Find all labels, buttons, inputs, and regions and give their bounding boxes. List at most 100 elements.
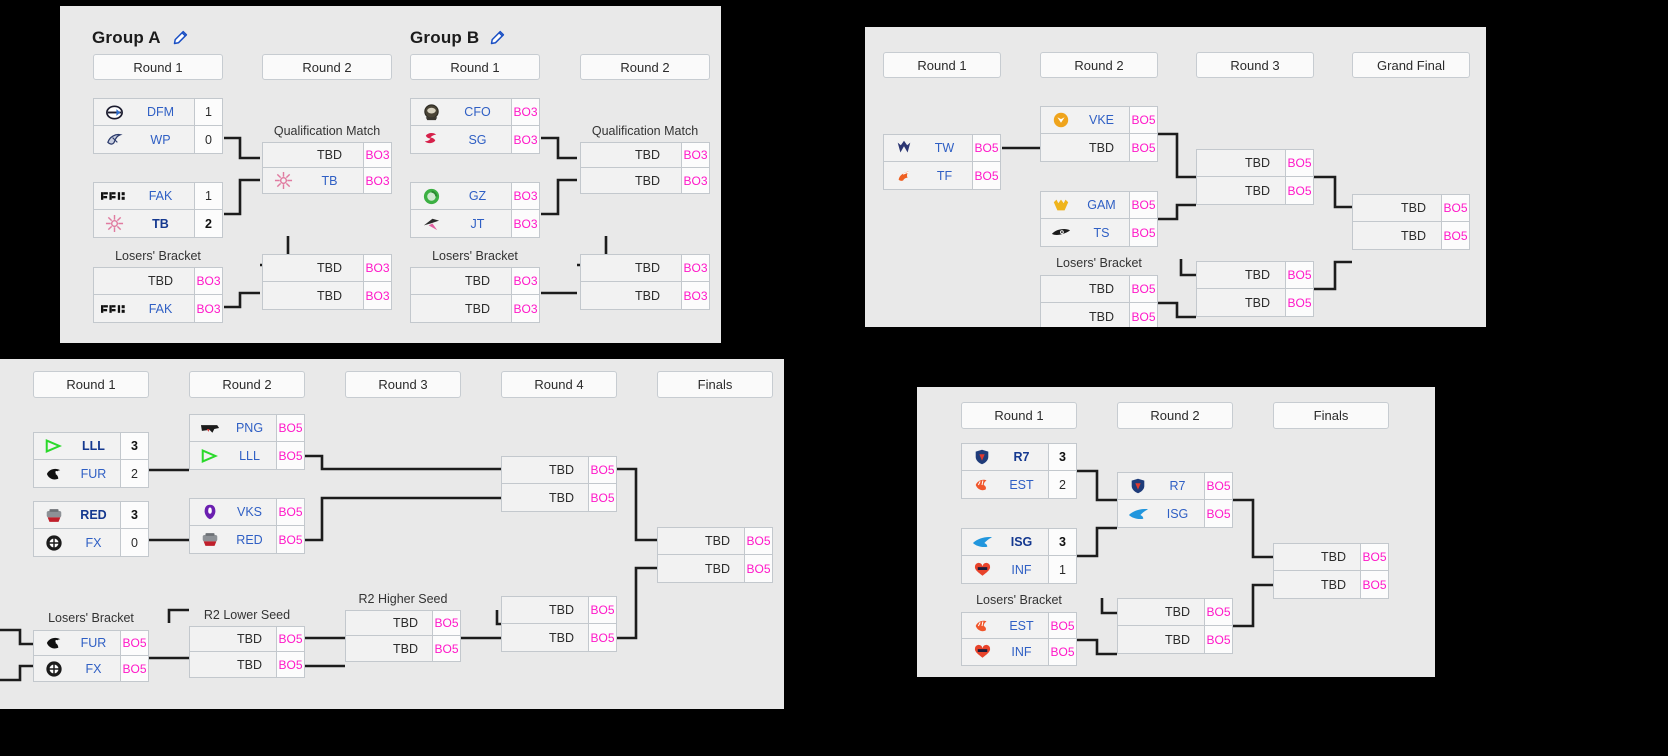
match-row[interactable]: TB BO3: [262, 168, 392, 194]
match-row[interactable]: INF BO5: [961, 639, 1077, 666]
round-header-a-r2[interactable]: Round 2: [262, 54, 392, 80]
round-header-a-r1[interactable]: Round 1: [93, 54, 223, 80]
bl-round-header-4[interactable]: Round 4: [501, 371, 617, 398]
bl-match-r4-2[interactable]: TBD BO5 TBD BO5: [501, 596, 617, 652]
match-row[interactable]: TBD BO3: [262, 254, 392, 282]
match-b-r1-1[interactable]: CFO BO3 SG BO3: [410, 98, 540, 154]
tr-match-r2-1[interactable]: VKE BO5 TBD BO5: [1040, 106, 1158, 162]
match-row[interactable]: FUR 2: [33, 460, 149, 488]
bl-match-r1-1[interactable]: LLL 3 FUR 2: [33, 432, 149, 488]
br-match-finals[interactable]: TBD BO5 TBD BO5: [1273, 543, 1389, 599]
match-row[interactable]: TBD BO5: [1273, 571, 1389, 599]
match-row[interactable]: TBD BO5: [1196, 149, 1314, 177]
bl-match-r2-higher-seed[interactable]: TBD BO5 TBD BO5: [345, 610, 461, 662]
match-row[interactable]: TBD BO5: [1040, 134, 1158, 162]
match-row[interactable]: TF BO5: [883, 162, 1001, 190]
match-row[interactable]: TBD BO5: [501, 456, 617, 484]
match-a-losers[interactable]: TBD BO3 FAK BO3: [93, 267, 223, 323]
br-match-r2-1[interactable]: R7 BO5 ISG BO5: [1117, 472, 1233, 528]
match-row[interactable]: TBD BO3: [93, 267, 223, 295]
match-row[interactable]: ISG BO5: [1117, 500, 1233, 528]
match-row[interactable]: FAK 1: [93, 182, 223, 210]
match-a-r2-lower[interactable]: TBD BO3 TBD BO3: [262, 254, 392, 310]
match-row[interactable]: CFO BO3: [410, 98, 540, 126]
tr-match-losers[interactable]: TBD BO5 TBD BO5: [1040, 275, 1158, 327]
match-row[interactable]: VKE BO5: [1040, 106, 1158, 134]
bl-match-r1-losers[interactable]: FUR BO5 FX BO5: [33, 630, 149, 682]
match-row[interactable]: TBD BO5: [1040, 303, 1158, 327]
br-match-r1-losers[interactable]: EST BO5 INF BO5: [961, 612, 1077, 666]
match-b-losers[interactable]: TBD BO3 TBD BO3: [410, 267, 540, 323]
match-row[interactable]: TBD BO5: [501, 484, 617, 512]
match-row[interactable]: GZ BO3: [410, 182, 540, 210]
match-row[interactable]: SG BO3: [410, 126, 540, 154]
tr-match-grand-final[interactable]: TBD BO5 TBD BO5: [1352, 194, 1470, 250]
match-row[interactable]: VKS BO5: [189, 498, 305, 526]
match-row[interactable]: PNG BO5: [189, 414, 305, 442]
match-row[interactable]: TBD BO3: [410, 267, 540, 295]
match-row[interactable]: EST 2: [961, 471, 1077, 499]
br-match-r1-2[interactable]: ISG 3 INF 1: [961, 528, 1077, 584]
match-row[interactable]: FAK BO3: [93, 295, 223, 323]
bl-match-r2-2[interactable]: VKS BO5 RED BO5: [189, 498, 305, 554]
match-row[interactable]: TW BO5: [883, 134, 1001, 162]
match-a-r1-2[interactable]: FAK 1 TB 2: [93, 182, 223, 238]
bl-round-header-3[interactable]: Round 3: [345, 371, 461, 398]
match-row[interactable]: TBD BO5: [657, 527, 773, 555]
match-row[interactable]: TBD BO3: [262, 282, 392, 310]
tr-round-header-2[interactable]: Round 2: [1040, 52, 1158, 78]
match-row[interactable]: TBD BO5: [1117, 626, 1233, 654]
group-b-edit-pencil-icon[interactable]: [489, 30, 505, 46]
match-row[interactable]: R7 3: [961, 443, 1077, 471]
match-row[interactable]: JT BO3: [410, 210, 540, 238]
tr-match-r1-1[interactable]: TW BO5 TF BO5: [883, 134, 1001, 190]
match-row[interactable]: DFM 1: [93, 98, 223, 126]
match-row[interactable]: FX BO5: [33, 656, 149, 682]
match-row[interactable]: GAM BO5: [1040, 191, 1158, 219]
match-row[interactable]: TBD BO3: [580, 168, 710, 194]
bl-round-header-finals[interactable]: Finals: [657, 371, 773, 398]
bl-round-header-1[interactable]: Round 1: [33, 371, 149, 398]
match-row[interactable]: TBD BO5: [1352, 222, 1470, 250]
match-row[interactable]: TBD BO3: [580, 142, 710, 168]
tr-match-r3-2[interactable]: TBD BO5 TBD BO5: [1196, 261, 1314, 317]
match-row[interactable]: INF 1: [961, 556, 1077, 584]
tr-match-r3-1[interactable]: TBD BO5 TBD BO5: [1196, 149, 1314, 205]
match-row[interactable]: TB 2: [93, 210, 223, 238]
match-row[interactable]: TBD BO5: [657, 555, 773, 583]
match-row[interactable]: LLL 3: [33, 432, 149, 460]
tr-round-header-1[interactable]: Round 1: [883, 52, 1001, 78]
round-header-b-r2[interactable]: Round 2: [580, 54, 710, 80]
match-row[interactable]: TBD BO5: [345, 636, 461, 662]
match-row[interactable]: RED 3: [33, 501, 149, 529]
bl-round-header-2[interactable]: Round 2: [189, 371, 305, 398]
bl-match-r2-lower-seed[interactable]: TBD BO5 TBD BO5: [189, 626, 305, 678]
br-match-r1-1[interactable]: R7 3 EST 2: [961, 443, 1077, 499]
match-a-r1-1[interactable]: DFM 1 WP 0: [93, 98, 223, 154]
match-row[interactable]: R7 BO5: [1117, 472, 1233, 500]
br-round-header-2[interactable]: Round 2: [1117, 402, 1233, 429]
match-row[interactable]: EST BO5: [961, 612, 1077, 639]
match-row[interactable]: TBD BO5: [1352, 194, 1470, 222]
match-row[interactable]: TBD BO5: [501, 596, 617, 624]
match-b-r1-2[interactable]: GZ BO3 JT BO3: [410, 182, 540, 238]
match-b-qualification[interactable]: TBD BO3 TBD BO3: [580, 142, 710, 194]
match-row[interactable]: WP 0: [93, 126, 223, 154]
match-row[interactable]: TBD BO5: [1196, 261, 1314, 289]
br-round-header-finals[interactable]: Finals: [1273, 402, 1389, 429]
match-row[interactable]: TS BO5: [1040, 219, 1158, 247]
tr-round-header-3[interactable]: Round 3: [1196, 52, 1314, 78]
match-row[interactable]: TBD BO3: [580, 282, 710, 310]
match-row[interactable]: TBD BO5: [189, 652, 305, 678]
match-row[interactable]: TBD BO3: [580, 254, 710, 282]
group-a-edit-pencil-icon[interactable]: [172, 30, 188, 46]
match-row[interactable]: ISG 3: [961, 528, 1077, 556]
match-row[interactable]: RED BO5: [189, 526, 305, 554]
br-round-header-1[interactable]: Round 1: [961, 402, 1077, 429]
bl-match-r4-1[interactable]: TBD BO5 TBD BO5: [501, 456, 617, 512]
bl-match-finals[interactable]: TBD BO5 TBD BO5: [657, 527, 773, 583]
match-row[interactable]: TBD BO5: [189, 626, 305, 652]
match-b-r2-lower[interactable]: TBD BO3 TBD BO3: [580, 254, 710, 310]
match-row[interactable]: TBD BO5: [1273, 543, 1389, 571]
match-row[interactable]: FX 0: [33, 529, 149, 557]
